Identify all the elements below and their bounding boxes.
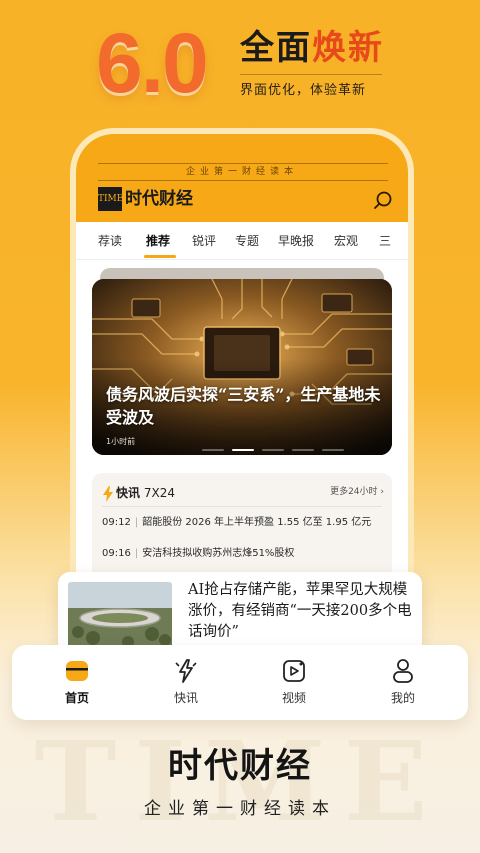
video-icon — [283, 660, 305, 682]
headline-accent: 焕新 — [312, 28, 384, 68]
flash-title: 快讯 7X24 — [116, 483, 196, 503]
app-tagline: 企业第一财经读本 — [185, 167, 298, 177]
article-thumbnail — [68, 582, 172, 648]
brand-name: 时代财经 — [168, 746, 312, 786]
tagline-rule-top — [98, 163, 388, 164]
tagline-rule-bottom — [98, 180, 388, 181]
flash-title-prefix: 快讯 — [116, 486, 141, 500]
phone-screen: 企业第一财经读本 TIME 时代财经 荐读 推荐 锐评 专题 早晚报 宏观 三 — [76, 134, 408, 598]
flash-item-time: 09:12 — [102, 517, 131, 528]
flash-item[interactable]: 09:16 | 安洁科技拟收购苏州志烽51%股权 — [102, 545, 384, 563]
flash-more-link[interactable]: 更多24小时 › — [302, 483, 384, 501]
search-icon — [374, 191, 392, 209]
search-button[interactable] — [372, 189, 394, 211]
flash-item-separator: | — [134, 548, 139, 559]
lightning-icon — [103, 486, 113, 502]
carousel-dot — [292, 449, 314, 451]
nav-home-label: 首页 — [64, 691, 89, 705]
carousel-indicators — [202, 449, 382, 452]
tab-daily-brief[interactable]: 早晚报 — [278, 222, 314, 260]
article-headline: AI抢占存储产能，苹果罕见大规模涨价，有经销商“一天接200多个电话询价” — [188, 582, 412, 640]
promo-headline: 全面焕新 — [240, 26, 390, 70]
active-tab-indicator — [144, 255, 176, 258]
flash-item-separator: | — [134, 517, 139, 528]
article-card[interactable]: AI抢占存储产能，苹果罕见大规模涨价，有经销商“一天接200多个电话询价” — [58, 572, 422, 652]
flash-item-time: 09:16 — [102, 548, 131, 559]
logo-mark: TIME — [98, 187, 123, 211]
campus-photo — [68, 582, 172, 648]
nav-flash-label: 快讯 — [173, 691, 198, 705]
phone-frame: 企业第一财经读本 TIME 时代财经 荐读 推荐 锐评 专题 早晚报 宏观 三 — [70, 128, 414, 598]
carousel-dot — [262, 449, 284, 451]
nav-profile[interactable]: 我的 — [368, 655, 438, 715]
headline-divider — [240, 74, 382, 75]
tab-more[interactable]: 三 — [379, 222, 391, 260]
app-header: 企业第一财经读本 TIME 时代财经 — [76, 134, 408, 222]
flash-item[interactable]: 09:12 | 韶能股份 2026 年上半年预盈 1.55 亿至 1.95 亿元 — [102, 514, 384, 532]
featured-banner[interactable]: 债务风波后实探“三安系”，生产基地未受波及 1小时前 — [92, 279, 392, 455]
carousel-dot-active — [232, 449, 254, 451]
flash-divider — [102, 506, 382, 507]
banner-timestamp: 1小时前 — [106, 437, 136, 446]
tab-commentary[interactable]: 锐评 — [192, 222, 216, 260]
brand-slogan: 企业第一财经读本 — [144, 799, 336, 819]
flash-icon — [175, 659, 197, 683]
carousel-dot — [322, 449, 344, 451]
banner-headline: 债务风波后实探“三安系”，生产基地未受波及 — [106, 385, 381, 427]
version-number: 6.0 — [96, 16, 209, 110]
flash-title-suffix: 7X24 — [143, 486, 175, 500]
flash-item-text: 安洁科技拟收购苏州志烽51%股权 — [142, 548, 295, 559]
carousel-dot — [202, 449, 224, 451]
tab-macro[interactable]: 宏观 — [334, 222, 358, 260]
nav-profile-label: 我的 — [390, 691, 415, 705]
nav-video-label: 视频 — [281, 691, 306, 705]
channel-tabs: 荐读 推荐 锐评 专题 早晚报 宏观 三 — [76, 222, 408, 260]
tab-jiandu[interactable]: 荐读 — [98, 222, 122, 260]
home-icon — [66, 661, 88, 681]
headline-dark: 全面 — [240, 28, 312, 68]
flash-item-text: 韶能股份 2026 年上半年预盈 1.55 亿至 1.95 亿元 — [142, 517, 372, 528]
promo-subline: 界面优化，体验革新 — [240, 83, 367, 98]
tab-topics[interactable]: 专题 — [235, 222, 259, 260]
bottom-navigation: 首页 快讯 视频 我的 — [12, 645, 468, 720]
nav-flash[interactable]: 快讯 — [151, 655, 221, 715]
profile-icon — [393, 659, 413, 683]
app-logo-text: 时代财经 — [125, 189, 193, 209]
nav-home[interactable]: 首页 — [42, 655, 112, 715]
nav-video[interactable]: 视频 — [259, 655, 329, 715]
